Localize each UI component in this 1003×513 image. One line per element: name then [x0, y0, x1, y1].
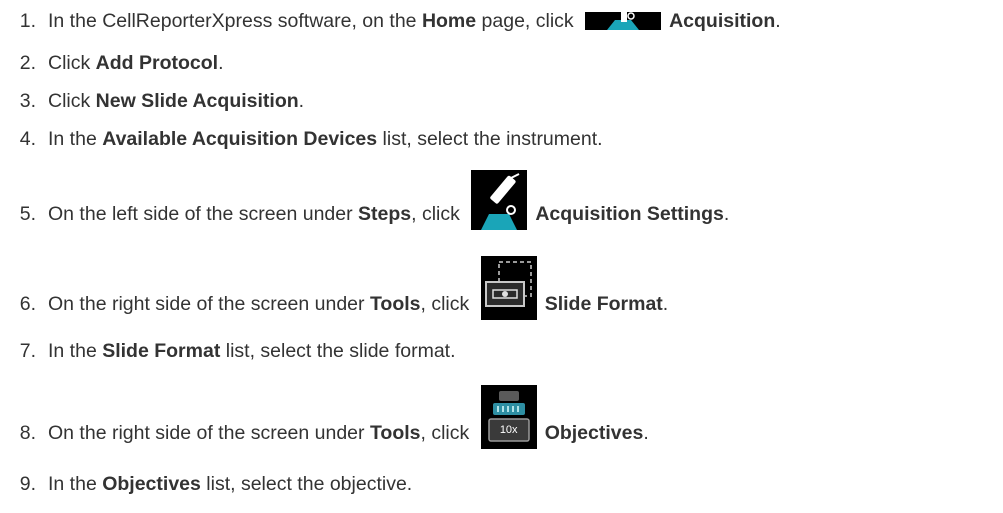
step-bold-term: Steps — [358, 203, 412, 225]
step-text: . — [723, 203, 730, 225]
step-number: 8. — [19, 422, 36, 444]
step-text: In the — [48, 473, 103, 495]
step-text: , click — [411, 203, 466, 225]
step-text: Click — [48, 52, 96, 74]
step-bold-term: Slide Format — [102, 340, 221, 362]
step-2: 2. Click Add Protocol . — [0, 51, 224, 75]
step-3: 3. Click New Slide Acquisition . — [0, 89, 304, 113]
step-8: 8. On the right side of the screen under… — [0, 385, 649, 449]
step-number: 9. — [19, 473, 36, 495]
step-text: Click — [48, 90, 96, 112]
step-number: 3. — [19, 90, 36, 112]
step-bold-term: Home — [421, 10, 477, 32]
step-bold-term: Available Acquisition Devices — [102, 128, 378, 150]
slide-format-icon — [480, 256, 537, 320]
step-number: 6. — [19, 293, 36, 315]
step-number: 2. — [19, 52, 36, 74]
step-text: On the right side of the screen under — [48, 293, 370, 315]
step-6: 6. On the right side of the screen under… — [0, 256, 668, 320]
step-bold-term: Slide Format — [544, 293, 663, 315]
step-bold-term: Objectives — [544, 422, 644, 444]
step-bold-term: Add Protocol — [95, 52, 219, 74]
step-number: 7. — [19, 340, 36, 362]
step-text: . — [298, 90, 305, 112]
step-text: . — [775, 10, 781, 32]
step-bold-term: Tools — [369, 422, 421, 444]
step-bold-term: Objectives — [102, 473, 201, 495]
step-text: In the — [48, 340, 103, 362]
step-text: On the right side of the screen under — [48, 422, 370, 444]
step-9: 9. In the Objectives list, select the ob… — [0, 472, 412, 496]
step-bold-term: Tools — [369, 293, 421, 315]
acquisition-icon — [585, 12, 662, 30]
step-bold-term: New Slide Acquisition — [95, 90, 299, 112]
step-text: list, select the instrument. — [377, 128, 603, 150]
step-text: On the left side of the screen under — [48, 203, 359, 225]
step-4: 4. In the Available Acquisition Devices … — [0, 127, 603, 151]
instructions-list: 1. In the CellReporterXpress software, o… — [0, 0, 1003, 513]
step-5: 5. On the left side of the screen under … — [0, 170, 729, 230]
step-text: . — [218, 52, 224, 74]
step-text: page, click — [476, 10, 580, 32]
step-bold-term: Acquisition — [669, 10, 776, 32]
step-text: . — [643, 422, 649, 444]
objectives-icon: 10x — [480, 385, 537, 449]
step-bold-term: Acquisition Settings — [535, 203, 724, 225]
step-text: list, select the slide format. — [220, 340, 456, 362]
step-text: In the — [48, 128, 103, 150]
step-text: , click — [420, 293, 475, 315]
step-1: 1. In the CellReporterXpress software, o… — [0, 9, 781, 33]
step-number: 1. — [19, 10, 36, 32]
step-text: . — [662, 293, 669, 315]
step-number: 5. — [19, 203, 36, 225]
step-text: In the CellReporterXpress software, on t… — [48, 10, 422, 32]
step-text: , click — [420, 422, 475, 444]
objectives-icon-label: 10x — [499, 424, 518, 436]
acquisition-settings-icon — [471, 170, 528, 230]
step-number: 4. — [19, 128, 36, 150]
step-7: 7. In the Slide Format list, select the … — [0, 339, 456, 363]
step-text: list, select the objective. — [200, 473, 413, 495]
